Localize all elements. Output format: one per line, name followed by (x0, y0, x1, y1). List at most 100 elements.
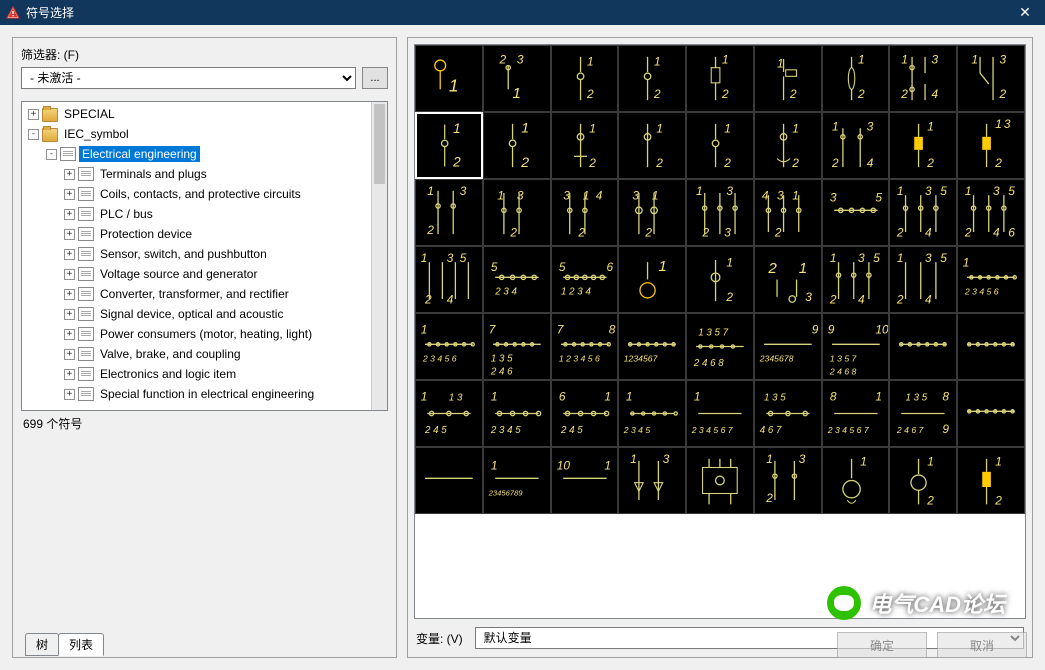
symbol-cell[interactable]: 132 (483, 179, 551, 246)
symbol-cell[interactable]: 12 (889, 447, 957, 514)
symbol-cell[interactable]: 12 (754, 112, 822, 179)
expand-toggle[interactable]: + (64, 209, 75, 220)
symbol-cell[interactable]: 1 (618, 246, 686, 313)
symbol-cell[interactable]: 12 (889, 112, 957, 179)
symbol-cell[interactable]: 1324 (822, 112, 890, 179)
cancel-button[interactable]: 取消 (937, 632, 1027, 658)
tree-item[interactable]: +Coils, contacts, and protective circuit… (22, 184, 387, 204)
expand-toggle[interactable]: + (64, 169, 75, 180)
symbol-cell[interactable]: 1234567 (618, 313, 686, 380)
symbol-cell[interactable]: 11 32 4 5 (415, 380, 483, 447)
symbol-cell[interactable]: 1324 (889, 45, 957, 112)
symbol-cell[interactable]: 12 3 4 5 6 7 (686, 380, 754, 447)
symbol-cell[interactable] (957, 380, 1025, 447)
tree-item[interactable]: +PLC / bus (22, 204, 387, 224)
symbol-cell[interactable]: 12 (415, 112, 483, 179)
symbol-cell[interactable]: 13524 (822, 246, 890, 313)
symbol-cell[interactable]: 12 (618, 112, 686, 179)
symbol-cell[interactable]: 71 3 52 4 6 (483, 313, 551, 380)
expand-toggle[interactable]: + (64, 229, 75, 240)
symbol-cell[interactable]: 12 (686, 45, 754, 112)
expand-toggle[interactable]: + (64, 349, 75, 360)
expand-toggle[interactable]: - (28, 129, 39, 140)
symbol-cell[interactable]: 12 (686, 112, 754, 179)
symbol-cell[interactable]: 12 3 4 5 (483, 380, 551, 447)
expand-toggle[interactable]: + (64, 189, 75, 200)
close-button[interactable]: ✕ (1005, 0, 1045, 25)
symbol-cell[interactable]: 812 3 4 5 6 7 (822, 380, 890, 447)
tree-item[interactable]: +SPECIAL (22, 104, 387, 124)
symbol-cell[interactable]: 231 (483, 45, 551, 112)
symbol-cell[interactable]: 1323 (686, 179, 754, 246)
symbol-cell[interactable]: 12 (754, 45, 822, 112)
symbol-cell[interactable]: 123456789 (483, 447, 551, 514)
expand-toggle[interactable]: + (64, 289, 75, 300)
symbol-cell[interactable]: 132 (957, 45, 1025, 112)
tree-item[interactable]: -IEC_symbol (22, 124, 387, 144)
symbol-cell[interactable]: 132 (754, 447, 822, 514)
expand-toggle[interactable]: + (64, 249, 75, 260)
ok-button[interactable]: 确定 (837, 632, 927, 658)
tree-item[interactable]: +Special function in electrical engineer… (22, 384, 387, 404)
symbol-cell[interactable]: 781 2 3 4 5 6 (551, 313, 619, 380)
symbol-cell[interactable]: 12 3 4 5 (618, 380, 686, 447)
symbol-cell[interactable]: 1 (822, 447, 890, 514)
symbol-cell[interactable]: 12 (957, 447, 1025, 514)
symbol-cell[interactable]: 13524 (889, 246, 957, 313)
tree-item[interactable]: +Power consumers (motor, heating, light) (22, 324, 387, 344)
tree-item[interactable]: +Valve, brake, and coupling (22, 344, 387, 364)
expand-toggle[interactable]: - (46, 149, 57, 160)
expand-toggle[interactable]: + (64, 269, 75, 280)
symbol-cell[interactable]: 92345678 (754, 313, 822, 380)
expand-toggle[interactable]: + (64, 329, 75, 340)
tree-item[interactable]: -Electrical engineering (22, 144, 387, 164)
tree-item[interactable]: +Converter, transformer, and rectifier (22, 284, 387, 304)
tree-item[interactable]: +Sensor, switch, and pushbutton (22, 244, 387, 264)
symbol-cell[interactable]: 13524 (889, 179, 957, 246)
tree-view[interactable]: +SPECIAL-IEC_symbol-Electrical engineeri… (21, 101, 388, 411)
symbol-grid[interactable]: 1231121212121213241321212121212121324121… (415, 45, 1025, 514)
symbol-cell[interactable]: 12 3 4 5 6 (957, 246, 1025, 313)
symbol-cell[interactable]: 4312 (754, 179, 822, 246)
filter-select[interactable]: - 未激活 - (21, 67, 356, 89)
symbol-cell[interactable]: 1 (415, 45, 483, 112)
expand-toggle[interactable]: + (64, 309, 75, 320)
tree-item[interactable]: +Signal device, optical and acoustic (22, 304, 387, 324)
symbol-cell[interactable]: 312 (618, 179, 686, 246)
symbol-cell[interactable]: 1 3 54 6 7 (754, 380, 822, 447)
expand-toggle[interactable]: + (28, 109, 39, 120)
symbol-cell[interactable]: 132 (957, 112, 1025, 179)
symbol-cell[interactable]: 12 (618, 45, 686, 112)
symbol-cell[interactable]: 35 (822, 179, 890, 246)
symbol-cell[interactable] (957, 313, 1025, 380)
tree-item[interactable]: +Voltage source and generator (22, 264, 387, 284)
symbol-cell[interactable]: 213 (754, 246, 822, 313)
tab-list[interactable]: 列表 (58, 633, 104, 656)
symbol-cell[interactable] (415, 447, 483, 514)
expand-toggle[interactable]: + (64, 389, 75, 400)
tree-item[interactable]: +Terminals and plugs (22, 164, 387, 184)
symbol-cell[interactable]: 1 3 5 72 4 6 8 (686, 313, 754, 380)
symbol-cell[interactable]: 12 3 4 5 6 (415, 313, 483, 380)
symbol-cell[interactable]: 12 (551, 112, 619, 179)
symbol-cell[interactable]: 612 4 5 (551, 380, 619, 447)
tab-tree[interactable]: 树 (25, 633, 59, 656)
symbol-cell[interactable]: 13 (618, 447, 686, 514)
symbol-cell[interactable]: 13524 (415, 246, 483, 313)
symbol-cell[interactable]: 12 (822, 45, 890, 112)
scrollbar[interactable] (371, 102, 387, 410)
symbol-cell[interactable]: 132 (415, 179, 483, 246)
symbol-cell[interactable]: 561 2 3 4 (551, 246, 619, 313)
tree-item[interactable]: +Electronics and logic item (22, 364, 387, 384)
symbol-cell[interactable]: 12 (483, 112, 551, 179)
symbol-cell[interactable] (889, 313, 957, 380)
symbol-cell[interactable]: 101 (551, 447, 619, 514)
symbol-cell[interactable]: 52 3 4 (483, 246, 551, 313)
symbol-cell[interactable]: 1 3 582 4 6 79 (889, 380, 957, 447)
symbol-cell[interactable] (686, 447, 754, 514)
symbol-cell[interactable]: 12 (551, 45, 619, 112)
symbol-cell[interactable]: 12 (686, 246, 754, 313)
expand-toggle[interactable]: + (64, 369, 75, 380)
filter-more-button[interactable]: ... (362, 67, 388, 89)
symbol-cell[interactable]: 9101 3 5 72 4 6 8 (822, 313, 890, 380)
